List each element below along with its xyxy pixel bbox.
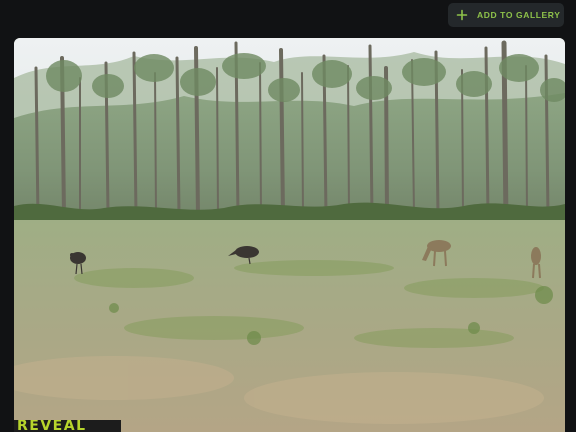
add-to-gallery-label: ADD TO GALLERY <box>477 10 561 20</box>
add-to-gallery-button[interactable]: ADD TO GALLERY <box>448 3 564 27</box>
reveal-watermark: REVEAL <box>14 420 121 432</box>
trail-camera-photo <box>14 38 565 432</box>
plus-icon <box>456 9 468 21</box>
top-bar: ADD TO GALLERY <box>0 0 576 38</box>
watermark-text: REVEAL <box>17 420 87 432</box>
